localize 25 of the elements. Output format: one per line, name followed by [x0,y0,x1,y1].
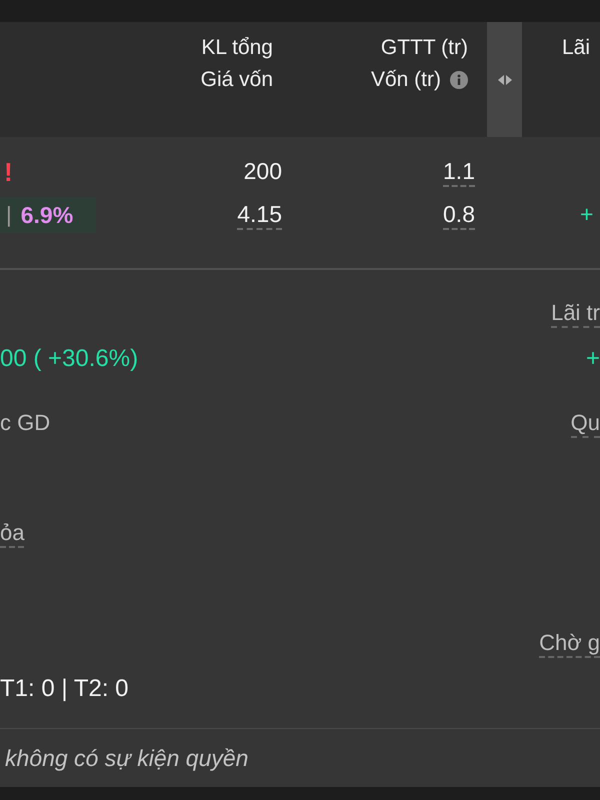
field-label: Lãi tr [551,300,600,328]
field-label: Qu [570,410,600,438]
table-cell: 0.8 [443,200,475,230]
field-value: 00 ( +30.6%) [0,344,138,374]
field-label: ỏa [0,520,24,548]
separator: | [6,202,12,228]
table-cell: 1.1 [443,157,475,187]
column-header: Giá vốn [200,68,273,92]
info-icon[interactable] [450,71,468,89]
column-header: Lãi [562,36,590,60]
column-resize-handle[interactable] [487,22,522,137]
warning-sign: ! [4,156,13,188]
column-header: KL tổng [201,36,273,60]
field-label: Chờ g [539,630,600,658]
table-cell-text: + [580,200,594,229]
column-header: GTTT (tr) [380,36,468,60]
percent-change: 6.9% [20,202,74,228]
column-header: Vốn (tr) [370,68,441,92]
field-value: T1: 0 | T2: 0 [0,674,129,704]
table-cell: 4.15 [237,200,282,230]
note-text: không có sự kiện quyền [5,744,248,772]
field-value: + [586,344,600,374]
field-label: c GD [0,410,50,437]
table-cell-text: 200 [244,157,282,186]
left-right-arrows-icon [498,74,512,84]
